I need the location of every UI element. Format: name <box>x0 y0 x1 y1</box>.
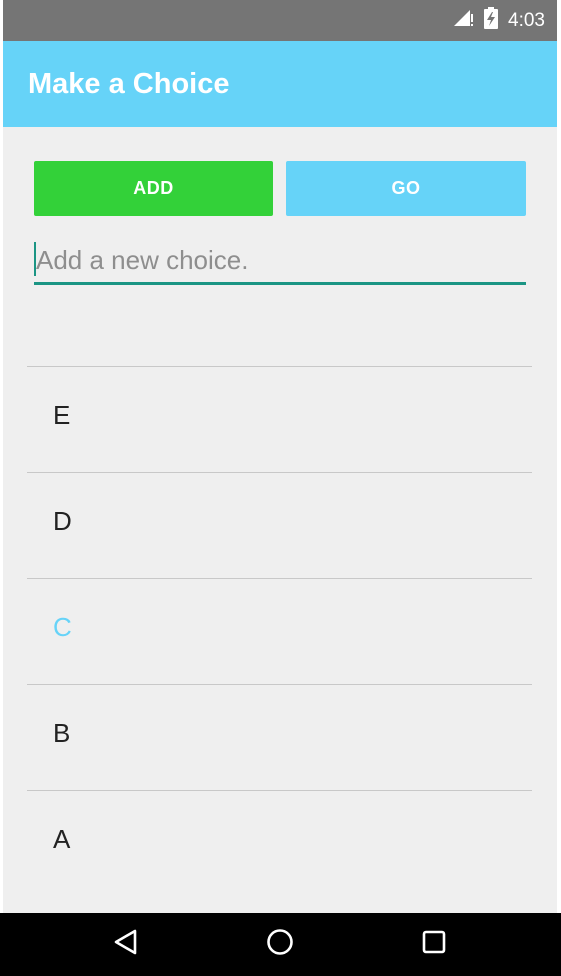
back-button[interactable] <box>86 913 166 976</box>
text-cursor <box>34 242 36 276</box>
go-button[interactable]: GO <box>286 161 526 216</box>
app-bar: Make a Choice <box>3 41 557 127</box>
device-frame: 4:03 Make a Choice ADD GO E D C <box>0 0 561 976</box>
list-item-e[interactable]: E <box>27 366 532 472</box>
back-triangle-icon <box>112 928 140 961</box>
input-underline <box>34 282 526 285</box>
list-item-c[interactable]: C <box>27 578 532 684</box>
list-item-label: E <box>53 400 71 430</box>
list-item-label: D <box>53 506 72 536</box>
choice-list: E D C B A <box>27 366 532 896</box>
recents-square-icon <box>421 929 447 960</box>
choice-input-container <box>34 238 526 285</box>
status-bar: 4:03 <box>3 0 557 41</box>
recents-button[interactable] <box>394 913 474 976</box>
list-item-b[interactable]: B <box>27 684 532 790</box>
home-circle-icon <box>265 927 295 962</box>
app-screen: 4:03 Make a Choice ADD GO E D C <box>3 0 557 976</box>
battery-charging-icon <box>484 7 499 34</box>
status-indicators: 4:03 <box>452 0 545 41</box>
list-item-d[interactable]: D <box>27 472 532 578</box>
list-item-label: A <box>53 824 71 854</box>
list-item-a[interactable]: A <box>27 790 532 896</box>
app-title: Make a Choice <box>28 68 230 100</box>
list-item-label: B <box>53 718 71 748</box>
list-item-label: C <box>53 612 72 642</box>
choice-input[interactable] <box>34 238 526 282</box>
home-button[interactable] <box>240 913 320 976</box>
navigation-bar <box>0 913 561 976</box>
cell-signal-icon <box>452 8 474 33</box>
status-time: 4:03 <box>508 9 545 31</box>
add-button[interactable]: ADD <box>34 161 273 216</box>
